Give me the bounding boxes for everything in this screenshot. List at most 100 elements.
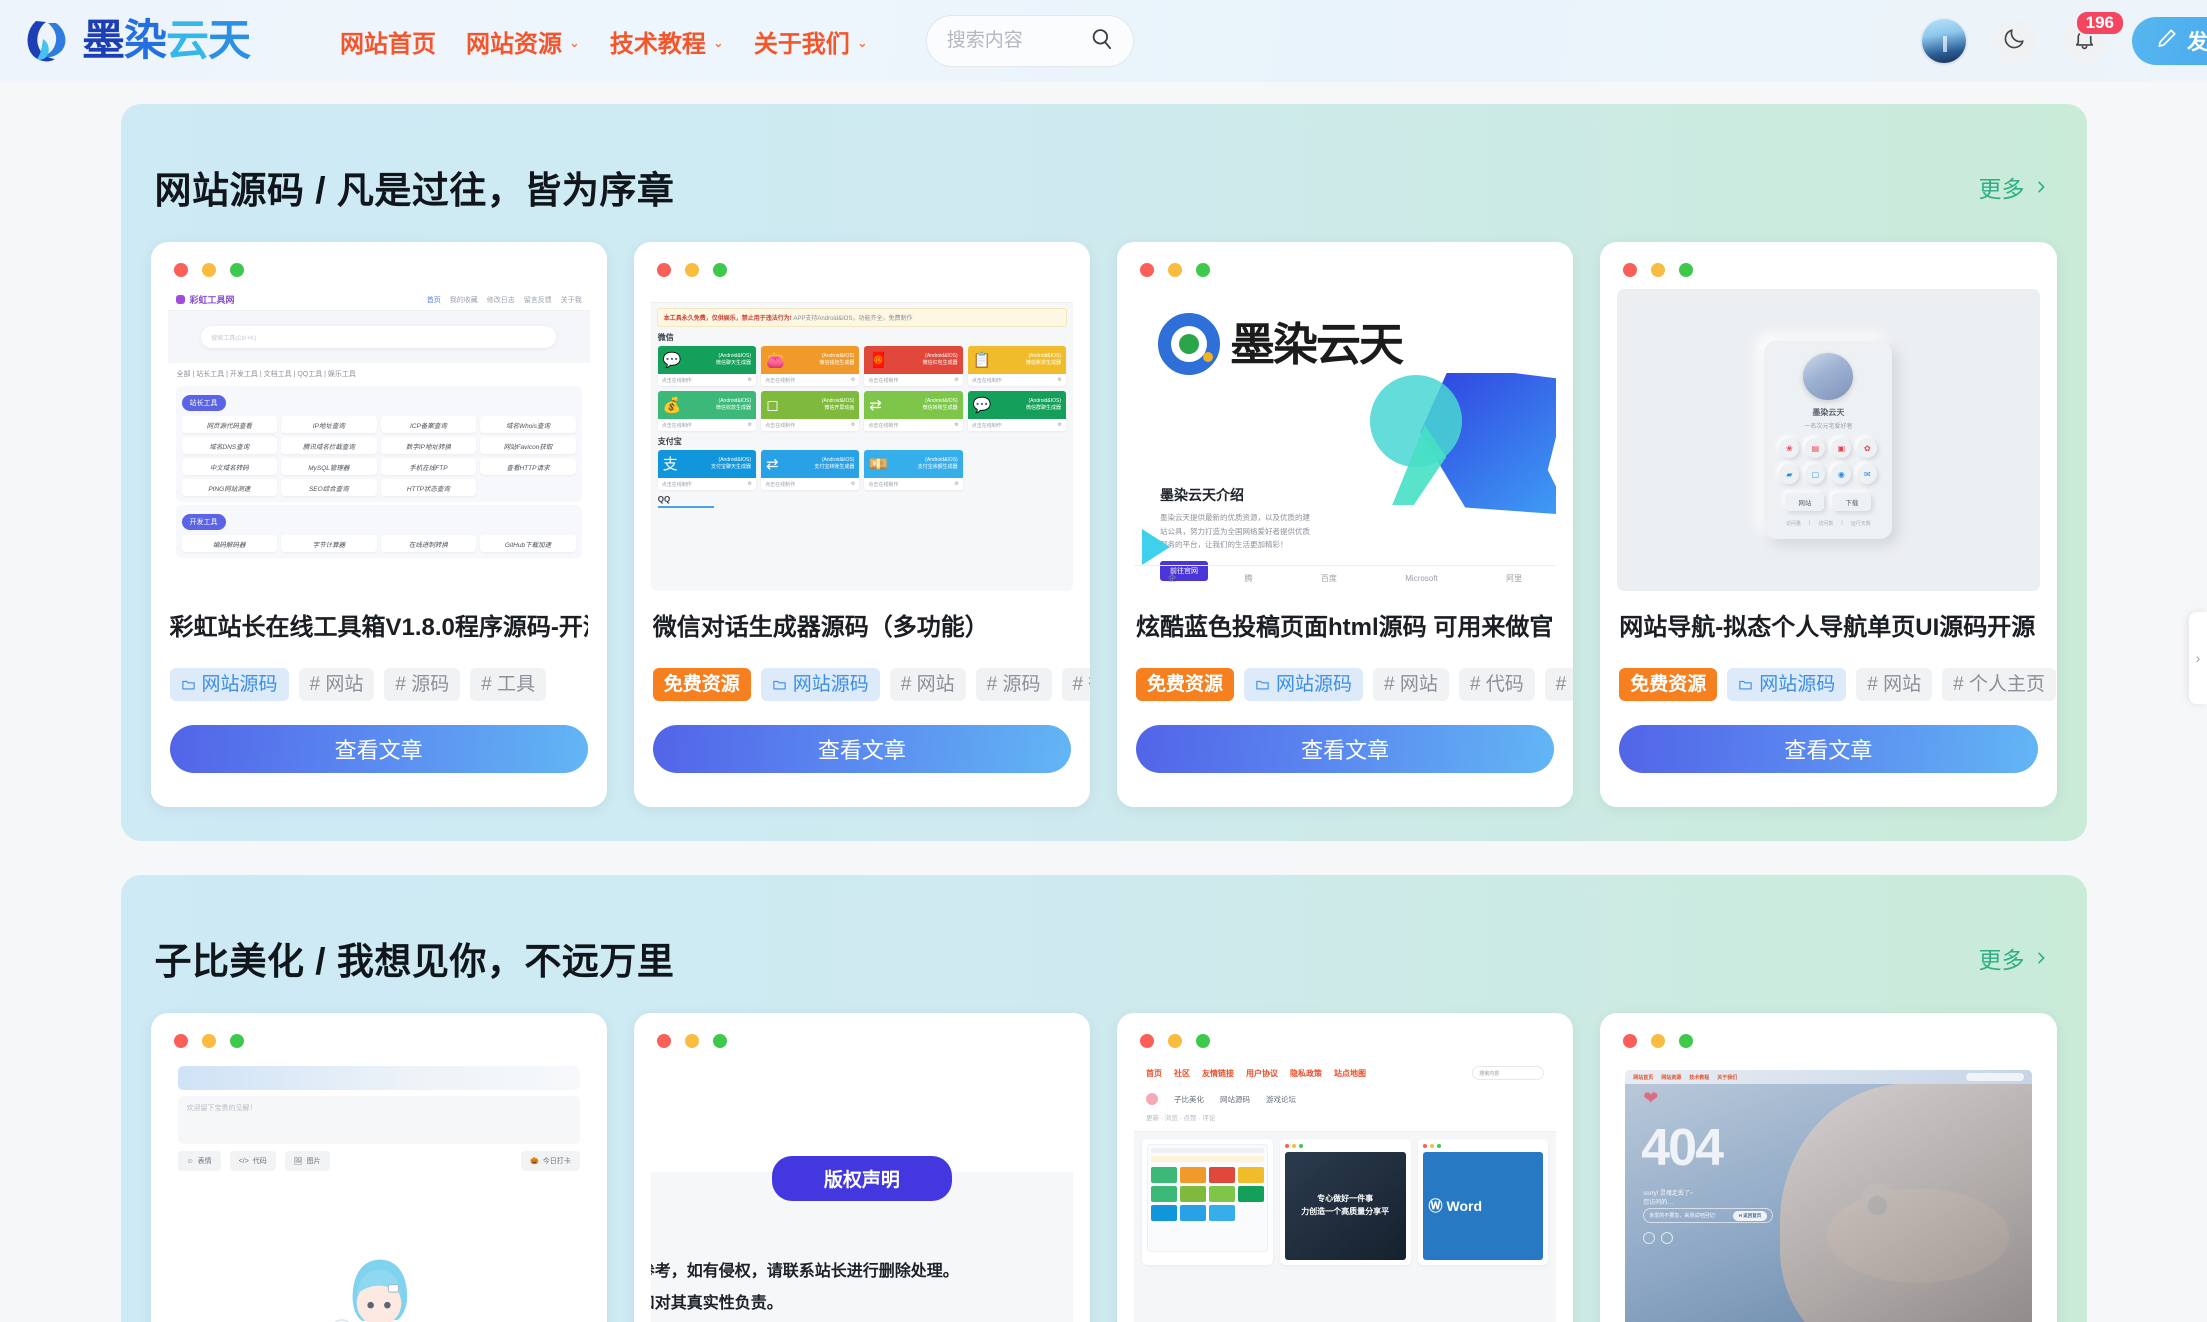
dot-yellow [684,1034,699,1048]
resource-card[interactable]: 墨染云天 墨染云天介绍 墨染云天提供最新的优质资源，以及优质的建站公具，努力打造… [1117,242,1574,807]
resource-card[interactable]: 版权声明 参考，如有侵权，请联系站长进行删除处理。 和对其真实性负责。 访客发现… [633,1013,1090,1322]
page-body: 网站源码 / 凡是过往，皆为序章 更多 彩虹工具网 首页 我的收藏 修改日志 留… [0,82,2207,1322]
tag-hash[interactable]: # 工具 [470,668,547,701]
card-title: 炫酷蓝色投稿页面html源码 可用来做官网 [1136,614,1555,641]
resource-card[interactable]: 墨染云天 一名次元宅爱好者 ❀ ▤ ▣ ✿ ▰ ▢ ◉ ✉ 网站 下载 访问量 … [1600,242,2057,807]
thumb-warning: 本工具永久免费，仅供娱乐，禁止用于违法行为! APP支持Android&IOS，… [656,308,1067,327]
thumb-copyright-lines: 参考，如有侵权，请联系站长进行删除处理。 和对其真实性负责。 访客发现请向站长举… [650,1263,959,1312]
tag-hash[interactable]: # 代码 [1458,668,1535,701]
tag-hash[interactable]: # 源码 [384,668,461,701]
tag-category-label: 网站源码 [201,674,278,695]
nav-item-about[interactable]: 关于我们 ⌄ [754,24,868,59]
dot-red [1623,263,1638,277]
tag-hash[interactable]: # 网站 [889,668,966,701]
view-article-button[interactable]: 查看文章 [652,725,1071,773]
resource-card[interactable]: 网站首页 网站资源 技术教程 关于我们 ❤ 404 sorry! 灵魂走丢了~ … [1600,1013,2057,1322]
view-article-button[interactable]: 查看文章 [1136,725,1555,773]
card-tags: 免费资源 网站源码 # 网站 # 代码 # 网站源码 [1136,668,1574,701]
thumb-group-label: 开发工具 [181,514,226,530]
nav-item-tutorials[interactable]: 技术教程 ⌄ [610,24,724,59]
thumb-tool: 🖼 图片 [284,1151,330,1171]
nav-item-home[interactable]: 网站首页 [340,24,436,59]
dot-green [1196,1034,1210,1048]
site-logo[interactable]: 墨 染 云 天 [22,15,251,67]
thumb-slogan: 一名次元宅爱好者 [1804,424,1853,430]
thumb-sorry: sorry! 灵魂走丢了~ 您访问的… [1643,1191,1694,1206]
dot-green [1196,263,1210,277]
tag-free-badge[interactable]: 免费资源 [1619,668,1718,701]
window-dots [651,259,1073,289]
logo-char-3: 云 [166,16,209,65]
thumb-group-alipay: 支付宝 [657,437,682,446]
search-input[interactable] [946,30,1089,52]
dot-red [1140,1034,1154,1048]
tag-hash[interactable]: # 网站 [1373,668,1449,701]
card-tags: 免费资源 网站源码 # 网站 # 源码 # 微信 [652,668,1090,701]
avatar[interactable] [1922,19,1966,63]
heart-icon: ❤ [1643,1088,1659,1108]
brand-ring-icon [1158,313,1220,375]
resource-card[interactable]: 本工具永久免费，仅供娱乐，禁止用于违法行为! APP支持Android&IOS，… [633,242,1090,807]
section-website-source: 网站源码 / 凡是过往，皆为序章 更多 彩虹工具网 首页 我的收藏 修改日志 留… [120,104,2087,841]
dot-green [1679,263,1694,277]
anime-character-icon: 空 [333,1259,407,1322]
scroll-handle[interactable]: › [2189,612,2207,704]
thumb-comment-placeholder: 欢迎留下宝贵的见解！ [177,1096,580,1144]
thumb-avatar [1803,353,1854,400]
theme-toggle-button[interactable] [1992,19,2036,63]
dot-yellow [1168,1034,1182,1048]
search-box[interactable] [925,15,1134,67]
moon-icon [2002,26,2027,56]
tag-free-badge[interactable]: 免费资源 [652,668,751,701]
thumb-button: 下载 [1832,493,1872,511]
nav-item-resources[interactable]: 网站资源 ⌄ [466,24,580,59]
notifications-button[interactable]: 196 [2062,10,2125,63]
card-grid: 欢迎留下宝贵的见解！ ☺ 表情 </> 代码 🖼 图片 🎃 今日打卡 版权声明 … [121,997,2087,1322]
thumb-item-row: 支 (Android&IOS) 支付宝聊天生成器 点击在线制作 ⚙ ⇄ (Android&… [651,450,1073,490]
tag-category[interactable]: 网站源码 [760,668,880,701]
tag-hash[interactable]: # 个人主页 [1942,668,2056,701]
view-article-button[interactable]: 查看文章 [1619,725,2038,773]
tag-category[interactable]: 网站源码 [1244,668,1364,701]
tag-hash[interactable]: # 网站源码 [1544,668,1574,701]
tag-category[interactable]: 网站源码 [169,668,289,701]
card-title: 彩虹站长在线工具箱V1.8.0程序源码-开源版 [169,614,588,641]
resource-card[interactable]: 首页 社区 友情链接 用户协议 隐私政策 站点地图 搜索内容 子比美化 网站源码… [1117,1013,1574,1322]
view-article-button[interactable]: 查看文章 [169,725,588,773]
publish-button[interactable]: 发布 [2132,17,2207,65]
resource-card[interactable]: 彩虹工具网 首页 我的收藏 修改日志 留言反馈 关于我 搜索工具(Ctrl+K) 全部 … [150,242,607,807]
tag-hash[interactable]: # 源码 [975,668,1052,701]
card-thumbnail: 墨染云天 墨染云天介绍 墨染云天提供最新的优质资源，以及优质的建站公具，努力打造… [1134,289,1557,591]
thumb-tool: ☺ 表情 [177,1151,221,1171]
main-nav: 网站首页 网站资源 ⌄ 技术教程 ⌄ 关于我们 ⌄ [340,24,868,59]
thumb-social-icons: ❀ ▤ ▣ ✿ ▰ ▢ ◉ ✉ [1779,438,1878,484]
search-icon[interactable] [1089,26,1115,57]
tag-hash[interactable]: # 微信 [1061,668,1090,701]
chevron-right-icon [2033,945,2049,972]
card-thumbnail: 欢迎留下宝贵的见解！ ☺ 表情 </> 代码 🖼 图片 🎃 今日打卡 [167,1060,590,1322]
chevron-down-icon: ⌄ [712,35,724,50]
dot-red [1140,263,1154,277]
nav-item-label: 关于我们 [753,30,850,58]
thumb-brand: 墨染云天 [1230,318,1404,370]
thumb-categories: 全部 | 站长工具 | 开发工具 | 文档工具 | QQ工具 | 娱乐工具 [176,371,356,378]
card-grid: 彩虹工具网 首页 我的收藏 修改日志 留言反馈 关于我 搜索工具(Ctrl+K) 全部 … [121,226,2087,807]
resource-card[interactable]: 欢迎留下宝贵的见解！ ☺ 表情 </> 代码 🖼 图片 🎃 今日打卡 [150,1013,607,1322]
tag-hash[interactable]: # 网站 [298,668,375,701]
site-header: 墨 染 云 天 网站首页 网站资源 ⌄ 技术教程 ⌄ 关于我们 ⌄ 搜索内容 1… [0,0,2207,82]
thumb-error-code: 404 [1641,1119,1724,1177]
section-more-link[interactable]: 更多 [1979,941,2049,975]
window-dots [651,1030,1073,1060]
tag-category[interactable]: 网站源码 [1727,668,1847,701]
window-dots [168,259,590,289]
tag-hash[interactable]: # 网站 [1856,668,1933,701]
section-more-link[interactable]: 更多 [1979,170,2049,204]
tag-free-badge[interactable]: 免费资源 [1136,668,1235,701]
thumb-group-label: 站长工具 [181,395,226,411]
thumb-tool-right: 🎃 今日打卡 [521,1151,580,1171]
card-thumbnail: 网站首页 网站资源 技术教程 关于我们 ❤ 404 sorry! 灵魂走丢了~ … [1617,1060,2040,1322]
card-thumbnail: 彩虹工具网 首页 我的收藏 修改日志 留言反馈 关于我 搜索工具(Ctrl+K) 全部 … [167,289,590,591]
section-header: 子比美化 / 我想见你，不远万里 更多 [121,905,2087,997]
chevron-right-icon: › [2195,650,2201,666]
section-header: 网站源码 / 凡是过往，皆为序章 更多 [121,134,2087,226]
